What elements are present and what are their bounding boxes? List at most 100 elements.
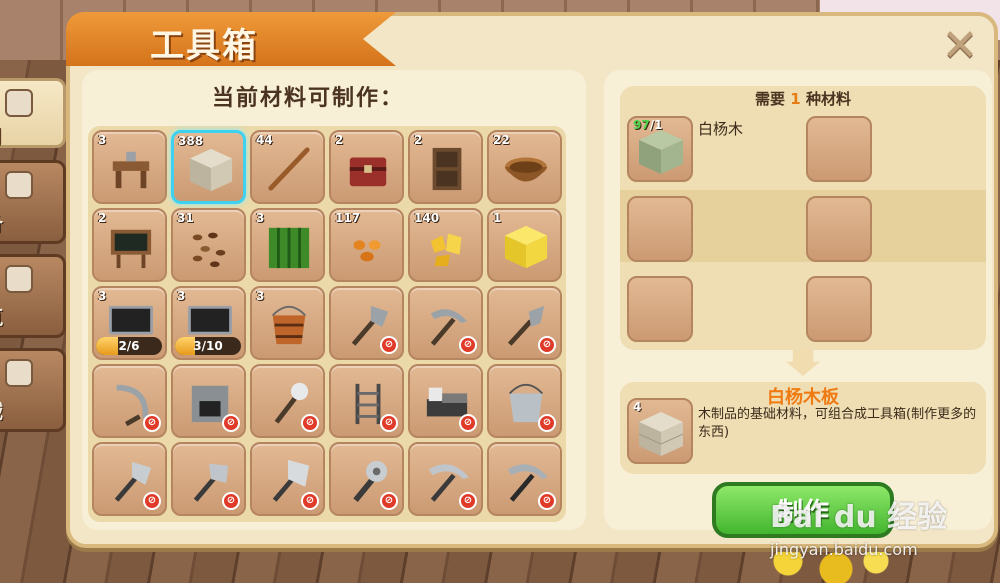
close-button[interactable]: ✕ xyxy=(936,19,984,71)
recipe-slot[interactable]: 3 2/6 xyxy=(92,286,167,360)
side-tab-label: 备 xyxy=(0,207,3,236)
recipe-slot[interactable]: ⊘ xyxy=(92,442,167,516)
forbidden-icon: ⊘ xyxy=(222,414,240,432)
empty-material-slot xyxy=(806,276,872,342)
empty-material-slot xyxy=(627,276,693,342)
side-tab-label: 械 xyxy=(0,395,3,424)
forbidden-icon: ⊘ xyxy=(380,414,398,432)
gold-nuggets-icon xyxy=(430,233,462,267)
forbidden-icon: ⊘ xyxy=(380,336,398,354)
item-count: 3 xyxy=(256,211,265,225)
recipe-slot[interactable]: 3 xyxy=(250,208,325,282)
item-count: 2 xyxy=(414,133,423,147)
forbidden-icon: ⊘ xyxy=(459,492,477,510)
recipe-slot[interactable]: ⊘ xyxy=(250,442,325,516)
recipe-slot[interactable]: ⊘ xyxy=(487,286,562,360)
forbidden-icon: ⊘ xyxy=(538,492,556,510)
birch-plank-block-icon xyxy=(189,148,233,192)
wooden-bucket-icon xyxy=(272,305,306,345)
materials-heading-prefix: 需要 xyxy=(755,90,786,108)
forbidden-icon: ⊘ xyxy=(459,336,477,354)
recipe-slot[interactable]: 1 xyxy=(487,208,562,282)
item-count: 1 xyxy=(493,211,502,225)
side-tab-use[interactable]: 用 xyxy=(0,78,66,150)
progress-bar: 3/10 xyxy=(175,337,241,355)
recipe-slot[interactable]: ⊘ xyxy=(329,286,404,360)
wooden-bowl-icon xyxy=(504,157,548,182)
recipe-slot[interactable]: ⊘ xyxy=(487,364,562,438)
recipe-slot[interactable]: 140 xyxy=(408,208,483,282)
recipe-slot[interactable]: ⊘ xyxy=(329,364,404,438)
window-title: 工具箱 xyxy=(150,26,258,66)
recipe-slot[interactable]: ⊘ xyxy=(408,364,483,438)
recipe-slot[interactable]: ⊘ xyxy=(250,364,325,438)
recipe-slot[interactable]: ⊘ xyxy=(329,442,404,516)
progress-bar: 2/6 xyxy=(96,337,162,355)
progress-text: 2/6 xyxy=(118,339,140,353)
recipe-slot[interactable]: 388 xyxy=(171,130,246,204)
workbench-icon xyxy=(112,151,150,189)
watermark: Bai du 经验 xyxy=(770,500,948,535)
item-count: 3 xyxy=(98,133,107,147)
materials-heading-count: 1 xyxy=(790,90,801,108)
forbidden-icon: ⊘ xyxy=(380,492,398,510)
orange-pebbles-icon xyxy=(353,240,381,262)
item-count: 117 xyxy=(335,211,361,225)
item-count: 3 xyxy=(256,289,265,303)
close-icon: ✕ xyxy=(941,19,979,71)
armor-icon xyxy=(5,171,33,199)
watermark-url: jingyan.baidu.com xyxy=(770,540,918,559)
empty-material-slot xyxy=(806,116,872,182)
birch-plank-block-icon xyxy=(638,412,684,456)
watermelon-icon xyxy=(268,227,310,269)
birch-log-icon xyxy=(639,130,683,174)
forbidden-icon: ⊘ xyxy=(301,492,319,510)
recipe-slot[interactable]: ⊘ xyxy=(92,364,167,438)
side-tab-build[interactable]: 筑 xyxy=(0,254,66,338)
recipe-slot[interactable]: ⊘ xyxy=(487,442,562,516)
forbidden-icon: ⊘ xyxy=(222,492,240,510)
item-count: 388 xyxy=(178,134,204,148)
forbidden-icon: ⊘ xyxy=(538,414,556,432)
recipe-slot[interactable]: ⊘ xyxy=(408,442,483,516)
materials-heading-suffix: 种材料 xyxy=(805,90,851,108)
forbidden-icon: ⊘ xyxy=(538,336,556,354)
recipe-slot[interactable]: ⊘ xyxy=(171,364,246,438)
recipe-slot[interactable]: 31 xyxy=(171,208,246,282)
recipe-grid: 3 388 44 2 2 22 2 31 3 117 140 1 3 2/6 3 3/10 3 ⊘ ⊘ ⊘ ⊘ ⊘ ⊘ ⊘ ⊘ ⊘… xyxy=(88,126,566,522)
side-tab-equip[interactable]: 备 xyxy=(0,160,66,244)
recipe-slot[interactable]: ⊘ xyxy=(171,442,246,516)
recipe-slot[interactable]: 2 xyxy=(329,130,404,204)
forbidden-icon: ⊘ xyxy=(301,414,319,432)
recipe-slot[interactable]: 2 xyxy=(92,208,167,282)
result-description: 木制品的基础材料，可组合成工具箱(制作更多的东西) xyxy=(698,407,977,440)
recipe-slot[interactable]: 2 xyxy=(408,130,483,204)
recipe-slot[interactable]: 3 xyxy=(250,286,325,360)
forbidden-icon: ⊘ xyxy=(143,414,161,432)
item-count: 31 xyxy=(177,211,194,225)
item-count: 3 xyxy=(177,289,186,303)
forbidden-icon: ⊘ xyxy=(459,414,477,432)
door-icon xyxy=(432,147,462,191)
recipe-slot[interactable]: 44 xyxy=(250,130,325,204)
side-tab-label: 用 xyxy=(0,121,3,150)
item-count: 2 xyxy=(98,211,107,225)
progress-text: 3/10 xyxy=(193,339,223,353)
recipe-slot[interactable]: 117 xyxy=(329,208,404,282)
item-count: 44 xyxy=(256,133,273,147)
recipe-slot[interactable]: 22 xyxy=(487,130,562,204)
material-slot[interactable]: 97/1 xyxy=(627,116,693,182)
item-count: 2 xyxy=(335,133,344,147)
signboard-icon xyxy=(110,229,152,269)
item-count: 3 xyxy=(98,289,107,303)
stick-icon xyxy=(268,147,310,191)
recipe-slot[interactable]: ⊘ xyxy=(408,286,483,360)
result-slot[interactable]: 4 xyxy=(627,398,693,464)
house-icon xyxy=(5,265,33,293)
empty-material-slot xyxy=(806,196,872,262)
backpack-icon xyxy=(5,89,33,117)
side-tab-machine[interactable]: 械 xyxy=(0,348,66,432)
recipe-slot[interactable]: 3 3/10 xyxy=(171,286,246,360)
recipe-slot[interactable]: 3 xyxy=(92,130,167,204)
chest-icon xyxy=(349,157,387,187)
